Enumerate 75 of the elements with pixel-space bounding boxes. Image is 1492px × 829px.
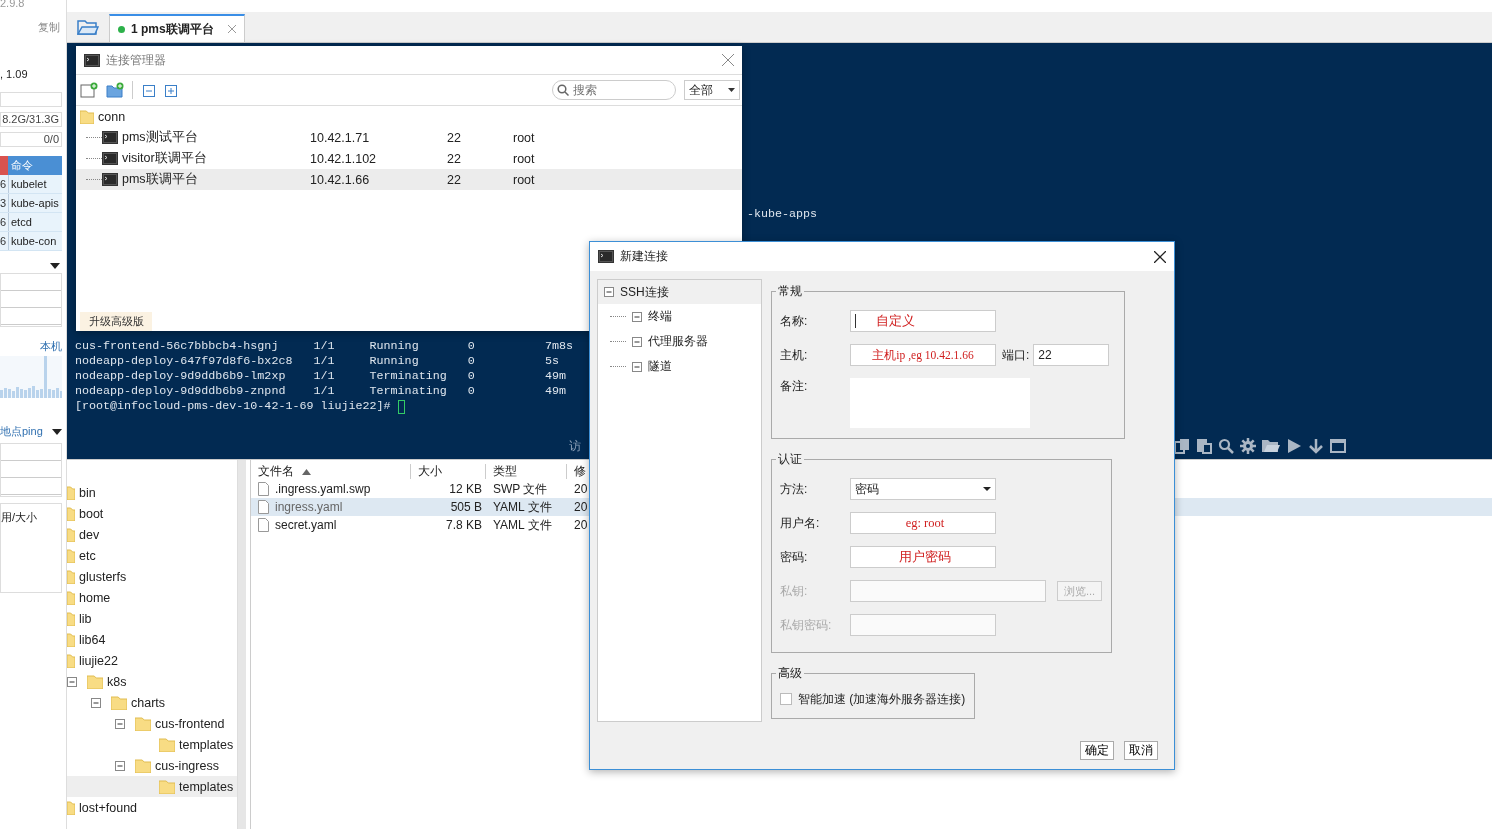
table-cell: kubelet (8, 175, 47, 193)
terminal-text: 0 (467, 339, 476, 354)
table-cell: secret.yaml (275, 518, 337, 532)
terminal-text: 49m (544, 369, 567, 384)
swap-bar: 0/0 (0, 132, 62, 147)
column-header: 命令 (10, 158, 33, 173)
table-cell: etcd (8, 213, 32, 231)
dialog-title: 新建连接 (620, 248, 668, 265)
terminal-text: nodeapp-deploy-9d9ddb6b9-lm2xp (75, 369, 287, 384)
group-title: 认证 (777, 451, 803, 468)
field-label: 名称: (780, 312, 809, 330)
table-cell-text: 10.42.1.66 (310, 172, 371, 187)
field-label: 密码: (780, 548, 809, 566)
table-cell-text: SWP 文件 (492, 480, 549, 498)
terminal-text: 1/1 (313, 384, 336, 399)
table-cell-text: 6 (0, 215, 8, 230)
table-cell-text: 3 (0, 196, 8, 211)
table-cell-text: pms测试平台 (121, 129, 199, 146)
terminal-text: Terminating (369, 384, 448, 399)
terminal-text: Running (369, 339, 420, 354)
table-cell-text: 20 (573, 518, 589, 532)
table-cell-text: 22 (447, 172, 462, 187)
terminal-text: 0 (467, 369, 476, 384)
terminal-text: Terminating (369, 369, 448, 384)
table-cell-text: 7.8 KB (444, 518, 483, 532)
checkbox-label: 智能加速 (加速海外服务器连接) (798, 690, 966, 708)
terminal-text: 1/1 (313, 339, 336, 354)
table-cell: root (513, 151, 535, 166)
table-cell-text: YAML 文件 (492, 498, 553, 516)
table-cell: root (513, 130, 535, 145)
group-title: 常规 (777, 283, 803, 300)
terminal-text: Running (369, 354, 420, 369)
terminal-text: 0 (467, 384, 476, 399)
field-label: 端口: (1001, 346, 1031, 364)
terminal-text: 1/1 (313, 354, 336, 369)
table-cell-text: 12 KB (448, 482, 483, 496)
terminal-text: cus-frontend-56c7bbbcb4-hsgnj (75, 339, 280, 354)
field-label: 方法: (780, 480, 809, 498)
field-label: 主机: (780, 346, 809, 364)
table-cell-text: visitor联调平台 (121, 150, 208, 167)
window-title: 连接管理器 (106, 51, 166, 69)
version-text: 2.9.8 (0, 0, 26, 8)
table-cell-text: 20 (573, 482, 589, 496)
memory-bar: 8.2G/31.3G (0, 112, 62, 127)
terminal-text: 5s (544, 354, 560, 369)
terminal-text: 49m (544, 384, 567, 399)
table-cell: .ingress.yaml.swp (275, 482, 371, 496)
terminal-text: 7m8s (544, 339, 573, 354)
table-cell-text: 6 (0, 234, 8, 249)
field-label: 用户名: (780, 514, 821, 532)
group-title: 高级 (777, 665, 803, 682)
table-cell-text: 22 (447, 130, 462, 145)
table-cell-text: 10.42.1.71 (310, 130, 371, 145)
table-cell-text: 10.42.1.102 (310, 151, 378, 166)
field-label: 私钥密码: (780, 616, 833, 634)
table-cell-text: 22 (447, 151, 462, 166)
table-cell-text: 20 (573, 500, 589, 514)
terminal-text: nodeapp-deploy-9d9ddb6b9-znpnd (75, 384, 287, 399)
table-cell: kube-apis (8, 194, 59, 212)
table-cell: root (513, 172, 535, 187)
terminal-text: nodeapp-deploy-647f97d8f6-bx2c8 (75, 354, 294, 369)
table-cell-text: 6 (0, 177, 8, 192)
table-cell: ingress.yaml (275, 500, 343, 514)
table-cell-text: 505 B (449, 500, 483, 514)
terminal-prompt: [root@infocloud-pms-dev-10-42-1-69 liujie22]# (75, 399, 391, 414)
terminal-text: 1/1 (313, 369, 336, 384)
table-cell-text: YAML 文件 (492, 516, 553, 534)
column-header: 用/大小 (1, 511, 38, 523)
terminal-text: -kube-apps (747, 207, 819, 222)
table-cell-text: pms联调平台 (121, 171, 199, 188)
field-label: 私钥: (780, 582, 809, 600)
field-label: 备注: (780, 378, 809, 395)
table-cell: kube-con (8, 232, 57, 250)
load-text: , 1.09 (0, 67, 29, 82)
terminal-text: 0 (467, 354, 476, 369)
